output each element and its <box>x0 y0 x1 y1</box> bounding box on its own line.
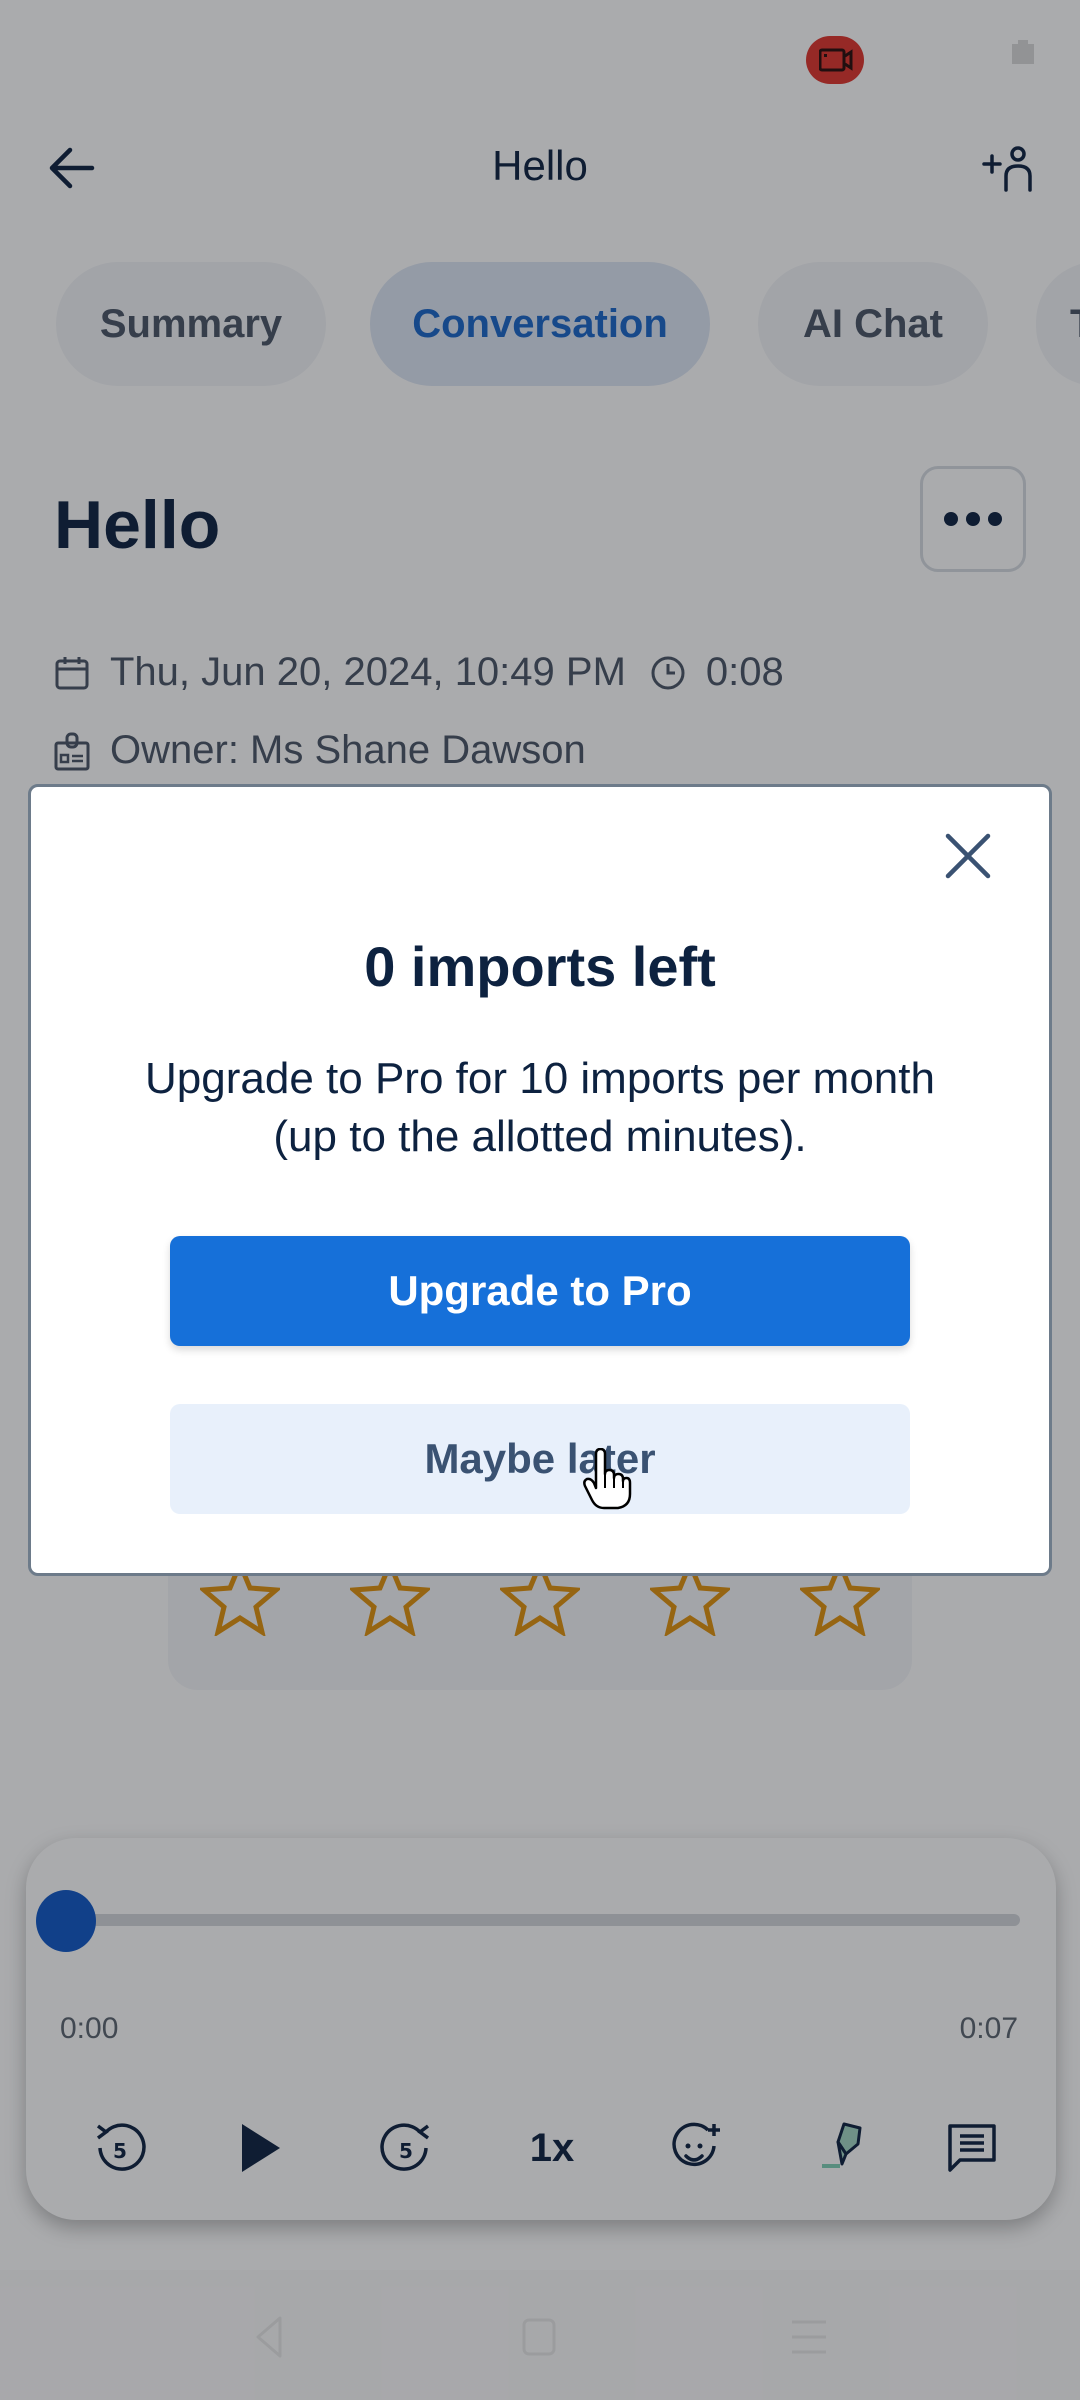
upgrade-to-pro-button[interactable]: Upgrade to Pro <box>170 1236 910 1346</box>
modal-title: 0 imports left <box>364 935 716 998</box>
maybe-later-button[interactable]: Maybe later <box>170 1404 910 1514</box>
hand-cursor-icon <box>583 1448 632 1510</box>
close-icon[interactable] <box>940 828 996 884</box>
modal-message: Upgrade to Pro for 10 imports per month … <box>145 1054 935 1161</box>
